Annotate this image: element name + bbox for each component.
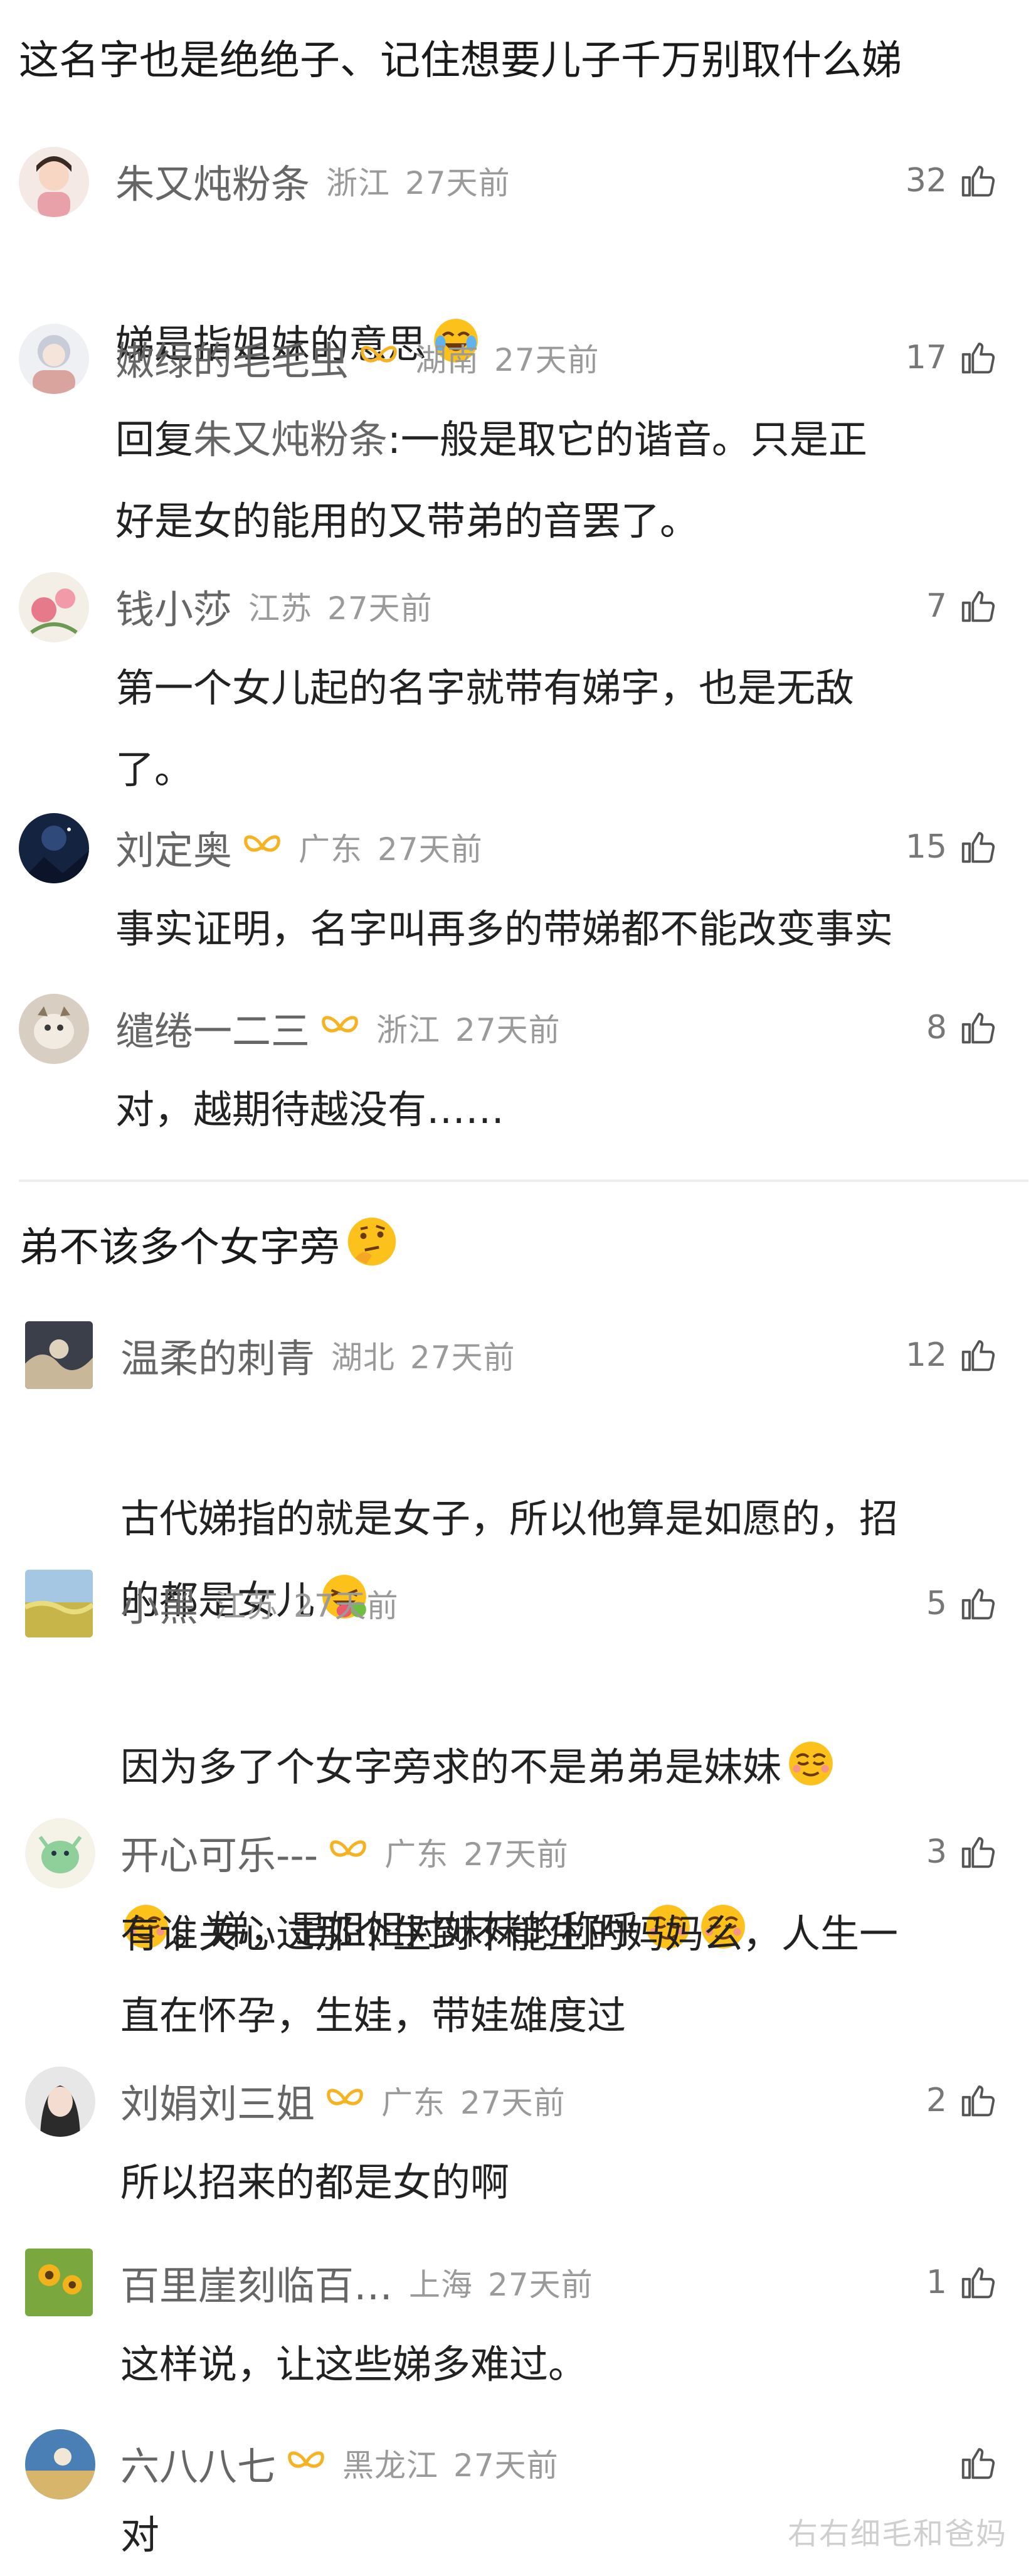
comment-location: 上海 xyxy=(409,2267,473,2303)
post-title-1: 这名字也是绝绝子、记住想要儿子千万别取什么娣 xyxy=(19,38,902,84)
comment-username[interactable]: 小黑 xyxy=(120,1575,198,1632)
avatar[interactable] xyxy=(19,813,89,883)
like-count: 32 xyxy=(905,162,947,200)
comment-location: 湖南 xyxy=(415,342,480,378)
comment-location: 黑龙江 xyxy=(342,2447,439,2484)
vip-badge-icon xyxy=(288,2451,324,2468)
comment-text: 事实证明，名字叫再多的带娣都不能改变事实 xyxy=(115,906,894,952)
post-title-text: 弟不该多个女字旁 xyxy=(19,1225,340,1271)
comment-text-line1: 因为多了个女字旁求的不是弟弟是妹妹 xyxy=(120,1744,782,1790)
like-button[interactable]: 8 xyxy=(926,990,997,1065)
comment-time: 27天前 xyxy=(460,2085,566,2121)
comment-username[interactable]: 钱小莎 xyxy=(115,578,232,634)
avatar[interactable] xyxy=(25,1570,93,1637)
like-button[interactable]: 7 xyxy=(926,568,997,644)
like-count: 15 xyxy=(905,828,947,866)
like-count: 7 xyxy=(926,587,947,625)
comment-username[interactable]: 六八八七 xyxy=(120,2435,276,2491)
thumbs-up-icon xyxy=(961,591,995,622)
comment-location: 江苏 xyxy=(214,1588,279,1624)
like-button[interactable]: 1 xyxy=(926,2245,997,2320)
relieved-face-emoji xyxy=(789,1742,833,1786)
avatar[interactable] xyxy=(19,324,89,394)
avatar[interactable] xyxy=(19,994,89,1064)
thumbs-up-icon xyxy=(961,1837,995,1868)
vip-badge-icon xyxy=(330,1840,366,1857)
comment-time: 27天前 xyxy=(327,590,433,627)
like-button[interactable] xyxy=(947,2425,997,2501)
avatar[interactable] xyxy=(25,2067,95,2137)
comment-location: 浙江 xyxy=(376,1012,441,1048)
section-divider xyxy=(19,1179,1028,1182)
thinking-face-emoji xyxy=(347,1217,396,1266)
like-button[interactable]: 3 xyxy=(926,1814,997,1890)
reply-to-username[interactable]: 朱又炖粉条 xyxy=(193,417,388,462)
like-button[interactable]: 12 xyxy=(906,1317,997,1393)
like-count: 8 xyxy=(926,1009,947,1046)
like-button[interactable]: 5 xyxy=(926,1566,997,1641)
comment-text: 对，越期待越没有…… xyxy=(115,1087,505,1132)
comment-time: 27天前 xyxy=(378,831,483,868)
thumbs-up-icon xyxy=(961,343,995,374)
comment-text: 所以招来的都是女的啊 xyxy=(120,2159,510,2205)
comment-time: 27天前 xyxy=(455,1012,561,1048)
vip-badge-icon xyxy=(327,2089,363,2105)
comment-username[interactable]: 开心可乐--- xyxy=(120,1824,318,1880)
comment-location: 江苏 xyxy=(248,590,313,627)
comment-time: 27天前 xyxy=(463,1836,569,1873)
comment-username[interactable]: 嫩绿的毛毛虫 xyxy=(115,329,349,386)
thumbs-up-icon xyxy=(961,2085,995,2117)
avatar[interactable] xyxy=(19,572,89,642)
comment-time: 27天前 xyxy=(293,1588,399,1624)
comment-location: 广东 xyxy=(381,2085,446,2121)
watermark: 右右细毛和爸妈 xyxy=(787,2516,1007,2552)
comment-username[interactable]: 百里崖刻临百… xyxy=(120,2254,393,2311)
like-button[interactable]: 17 xyxy=(906,320,997,395)
comment-username[interactable]: 温柔的刺青 xyxy=(120,1327,315,1383)
comment-time: 27天前 xyxy=(405,165,510,201)
like-count: 12 xyxy=(905,1336,947,1374)
vip-badge-icon xyxy=(244,835,280,852)
thumbs-up-icon xyxy=(961,1013,995,1044)
like-count: 1 xyxy=(926,2264,947,2301)
thumbs-up-icon xyxy=(961,1340,995,1371)
thumbs-up-icon xyxy=(961,2448,995,2479)
comment-text: 有谁关心过那个生到不能生的妈妈么，人生一 直在怀孕，生娃，带娃雄度过 xyxy=(120,1911,899,2038)
like-button[interactable]: 2 xyxy=(926,2063,997,2138)
avatar[interactable] xyxy=(25,2249,93,2316)
thumbs-up-icon xyxy=(961,1589,995,1620)
reply-prefix: 回复 xyxy=(115,417,194,462)
like-count: 3 xyxy=(926,1833,947,1871)
thumbs-up-icon xyxy=(961,2267,995,2299)
avatar[interactable] xyxy=(25,1818,95,1888)
like-button[interactable]: 15 xyxy=(906,809,997,885)
like-count: 5 xyxy=(926,1585,947,1622)
like-count: 17 xyxy=(905,339,947,376)
comment-username[interactable]: 刘娟刘三姐 xyxy=(120,2072,315,2129)
comment-location: 湖北 xyxy=(331,1339,396,1376)
thumbs-up-icon xyxy=(961,166,995,197)
avatar[interactable] xyxy=(25,2429,95,2499)
comment-username[interactable]: 朱又炖粉条 xyxy=(115,152,310,209)
thumbs-up-icon xyxy=(961,832,995,863)
comment-time: 27天前 xyxy=(453,2447,559,2484)
comment-text: 对 xyxy=(120,2512,160,2558)
comment-username[interactable]: 刘定奥 xyxy=(115,819,232,875)
comment-time: 27天前 xyxy=(488,2267,593,2303)
comment-location: 广东 xyxy=(299,831,363,868)
avatar[interactable] xyxy=(19,147,89,217)
comment-location: 广东 xyxy=(384,1836,449,1873)
like-button[interactable]: 32 xyxy=(906,143,997,218)
comment-text: 第一个女儿起的名字就带有娣字，也是无敌 了。 xyxy=(115,665,855,792)
comment-text: 这样说，让这些娣多难过。 xyxy=(120,2341,588,2387)
comment-location: 浙江 xyxy=(326,165,391,201)
avatar[interactable] xyxy=(25,1321,93,1389)
vip-badge-icon xyxy=(322,1016,358,1033)
vip-badge-icon xyxy=(361,346,397,363)
comment-username[interactable]: 缱绻一二三 xyxy=(115,999,310,1056)
like-count: 2 xyxy=(926,2082,947,2119)
post-title-2: 弟不该多个女字旁 xyxy=(0,1213,1031,1276)
comment-time: 27天前 xyxy=(494,342,600,378)
comment-time: 27天前 xyxy=(410,1339,516,1376)
